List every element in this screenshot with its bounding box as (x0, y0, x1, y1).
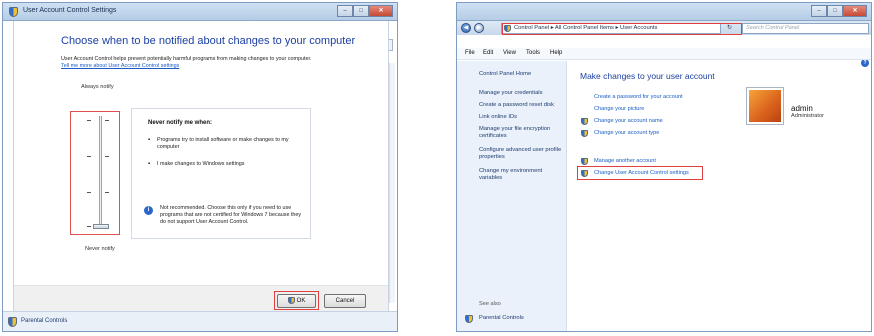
shield-icon (581, 130, 588, 137)
shield-icon (287, 296, 295, 304)
user-name: admin (791, 104, 813, 113)
forward-arrow-icon[interactable]: ▶ (474, 23, 484, 33)
search-input[interactable]: Search Control Panel (742, 23, 869, 34)
minimize-icon[interactable]: – (811, 5, 827, 17)
task-create-password[interactable]: Create a password for your account (594, 94, 683, 100)
breadcrumb[interactable]: Control Panel ▸ All Control Panel Items … (514, 25, 657, 31)
uac-notify-slider[interactable] (70, 111, 120, 235)
close-icon[interactable]: ✕ (843, 5, 867, 17)
parental-controls-link[interactable]: Parental Controls (21, 318, 67, 324)
control-panel-icon (504, 25, 511, 32)
address-toolbar: ◀ ▶ Control Panel ▸ All Control Panel It… (457, 21, 871, 35)
slider-bottom-label: Never notify (85, 246, 115, 252)
maximize-icon[interactable]: □ (353, 5, 369, 17)
uac-help-link[interactable]: Tell me more about User Account Control … (61, 63, 179, 69)
task-change-account-type[interactable]: Change your account type (594, 130, 659, 136)
navigation-pane: Control Panel Home Manage your credentia… (457, 61, 567, 331)
warning-text: Not recommended. Choose this only if you… (160, 205, 302, 225)
minimize-icon[interactable]: – (337, 5, 353, 17)
user-role: Administrator (791, 113, 824, 119)
slider-tick (105, 120, 109, 121)
maximize-icon[interactable]: □ (827, 5, 843, 17)
shield-icon (581, 158, 588, 165)
shield-icon (581, 170, 588, 177)
menu-help[interactable]: Help (550, 50, 562, 56)
uac-description: User Account Control helps prevent poten… (61, 56, 312, 62)
control-panel-window: – □ ✕ ◀ ▶ Control Panel ▸ All Control Pa… (456, 2, 872, 332)
slider-track[interactable] (99, 116, 102, 228)
close-icon[interactable]: ✕ (369, 5, 393, 17)
cp-window-controls: – □ ✕ (811, 5, 867, 17)
slider-tick (105, 156, 109, 157)
address-bar[interactable]: Control Panel ▸ All Control Panel Items … (501, 23, 742, 35)
uac-settings-window: User Account Control Settings – □ ✕ ⚲ Ch… (2, 2, 398, 332)
info-bullet: Programs try to install software or make… (148, 137, 298, 151)
uac-scrollbar[interactable] (389, 63, 395, 303)
nav-advanced-profile[interactable]: Configure advanced user profile properti… (479, 147, 565, 161)
ok-label: OK (296, 298, 306, 304)
help-icon[interactable]: ? (861, 59, 869, 67)
nav-password-reset-disk[interactable]: Create a password reset disk (479, 102, 565, 109)
uac-heading: Choose when to be notified about changes… (61, 35, 356, 47)
task-manage-another-account[interactable]: Manage another account (594, 158, 656, 164)
slider-thumb[interactable] (93, 224, 109, 229)
nav-manage-credentials[interactable]: Manage your credentials (479, 90, 565, 97)
refresh-icon[interactable]: ↻ (727, 24, 732, 31)
nav-control-panel-home[interactable]: Control Panel Home (479, 71, 565, 78)
menu-view[interactable]: View (503, 50, 516, 56)
slider-tick (87, 192, 91, 193)
slider-tick (87, 120, 91, 121)
task-change-account-name[interactable]: Change your account name (594, 118, 663, 124)
user-account-card: admin Administrator (747, 88, 867, 128)
nav-file-encryption[interactable]: Manage your file encryption certificates (479, 126, 565, 140)
info-bullet: I make changes to Windows settings (148, 161, 298, 168)
uac-window-title: User Account Control Settings (23, 7, 117, 14)
nav-link-online-ids[interactable]: Link online IDs (479, 114, 565, 121)
notify-info-panel: Never notify me when: Programs try to in… (131, 108, 311, 239)
slider-tick (87, 156, 91, 157)
bullet-text: Programs try to install software or make… (157, 137, 289, 150)
menu-bar: File Edit View Tools Help (457, 48, 871, 60)
parental-controls-icon (465, 315, 473, 323)
ok-button[interactable]: OK (277, 294, 316, 308)
menu-edit[interactable]: Edit (483, 50, 493, 56)
uac-window-controls: – □ ✕ (337, 5, 393, 17)
info-icon: i (144, 206, 153, 215)
nav-environment-variables[interactable]: Change my environment variables (479, 168, 565, 182)
uac-shield-icon (9, 7, 18, 17)
menu-tools[interactable]: Tools (526, 50, 540, 56)
info-title: Never notify me when: (148, 120, 213, 126)
page-title: Make changes to your user account (580, 71, 715, 81)
parental-controls-icon (8, 317, 17, 327)
bullet-text: I make changes to Windows settings (157, 161, 245, 167)
cancel-button[interactable]: Cancel (324, 294, 366, 308)
slider-top-label: Always notify (81, 84, 114, 90)
slider-tick (105, 192, 109, 193)
back-arrow-icon[interactable]: ◀ (461, 23, 471, 33)
cp-titlebar[interactable]: – □ ✕ (457, 3, 871, 21)
task-change-uac-settings[interactable]: Change User Account Control settings (594, 170, 689, 176)
avatar (747, 88, 783, 124)
see-also-label: See also (479, 301, 501, 307)
nav-parental-controls[interactable]: Parental Controls (479, 315, 565, 322)
uac-content: Choose when to be notified about changes… (13, 21, 389, 311)
uac-bottom-bar: Parental Controls (3, 311, 397, 331)
task-change-picture[interactable]: Change your picture (594, 106, 644, 112)
menu-file[interactable]: File (465, 50, 475, 56)
shield-icon (581, 118, 588, 125)
uac-titlebar[interactable]: User Account Control Settings – □ ✕ (3, 3, 397, 21)
slider-tick (87, 226, 91, 227)
